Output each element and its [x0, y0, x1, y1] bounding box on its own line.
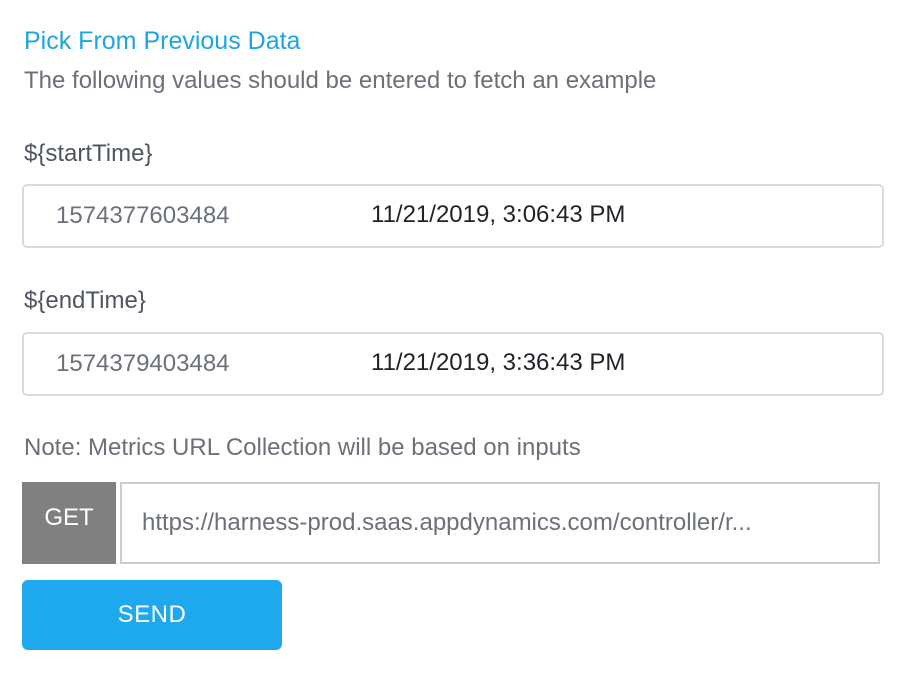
- instructions-text: The following values should be entered t…: [24, 67, 657, 94]
- note-text: Note: Metrics URL Collection will be bas…: [24, 434, 581, 461]
- start-time-date: 11/21/2019, 3:06:43 PM: [371, 201, 626, 228]
- page: Pick From Previous Data The following va…: [0, 0, 906, 684]
- end-time-field: 11/21/2019, 3:36:43 PM: [22, 332, 884, 396]
- start-time-label: ${startTime}: [24, 140, 153, 167]
- start-time-input[interactable]: [24, 186, 354, 246]
- start-time-field: 11/21/2019, 3:06:43 PM: [22, 184, 884, 248]
- end-time-date: 11/21/2019, 3:36:43 PM: [371, 349, 626, 376]
- url-field: [120, 482, 880, 564]
- send-button[interactable]: SEND: [22, 580, 282, 650]
- end-time-input[interactable]: [24, 334, 354, 394]
- http-method-badge: GET: [22, 482, 116, 564]
- pick-from-previous-data-link[interactable]: Pick From Previous Data: [24, 26, 300, 56]
- end-time-label: ${endTime}: [24, 287, 146, 314]
- url-input[interactable]: [122, 484, 878, 562]
